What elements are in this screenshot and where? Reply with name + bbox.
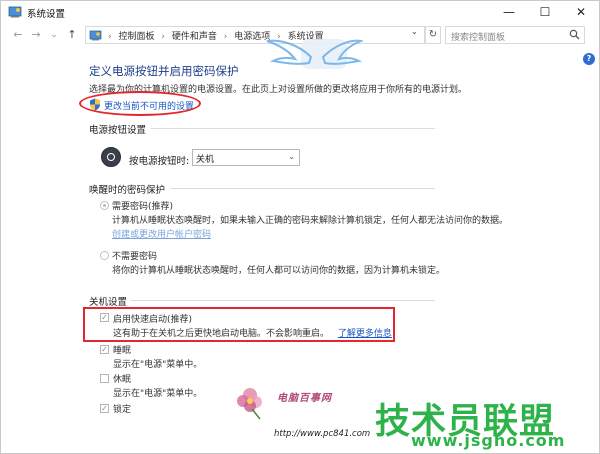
maximize-button[interactable]: ☐	[527, 1, 563, 23]
require-password-label: 需要密码(推荐)	[112, 202, 174, 212]
highlight-box	[83, 307, 395, 342]
breadcrumb-separator: ›	[223, 32, 228, 42]
wings-watermark-icon	[266, 39, 363, 65]
minimize-button[interactable]: —	[491, 1, 527, 23]
flower-watermark-icon	[237, 388, 262, 420]
watermark-brand-url: www.jsgho.com	[411, 431, 566, 450]
recent-locations-dropdown[interactable]: ⌄	[47, 28, 61, 42]
section-divider	[151, 128, 435, 129]
power-button-label: 按电源按钮时:	[129, 156, 190, 167]
hibernate-label: 休眠	[113, 375, 132, 385]
section-divider	[131, 300, 435, 301]
no-password-radio[interactable]	[100, 251, 109, 260]
section-divider	[171, 188, 435, 189]
watermark-site-url: http://www.pc841.com	[274, 429, 371, 439]
breadcrumb: › 控制面板 › 硬件和声音 › 电源选项 › 系统设置	[85, 26, 425, 44]
breadcrumb-separator: ›	[161, 32, 165, 42]
hibernate-desc: 显示在"电源"菜单中。	[113, 389, 203, 399]
address-dropdown[interactable]: ⌄	[411, 27, 418, 36]
search-placeholder: 搜索控制面板	[451, 33, 506, 43]
sleep-label: 睡眠	[113, 346, 132, 356]
control-panel-icon	[89, 30, 102, 41]
watermark-site-name: 电脑百事网	[277, 393, 332, 404]
breadcrumb-control-panel[interactable]: 控制面板	[118, 32, 154, 42]
forward-button[interactable]: →	[29, 28, 43, 42]
page-title: 定义电源按钮并启用密码保护	[89, 64, 239, 78]
up-button[interactable]: ↑	[65, 28, 79, 42]
no-password-label: 不需要密码	[112, 252, 158, 262]
system-settings-window: 系统设置 — ☐ ✕ ← → ⌄ ↑ › 控制面板 › 硬件和声音 › 电源选项…	[0, 0, 600, 454]
shutdown-section-title: 关机设置	[89, 297, 128, 308]
require-password-radio[interactable]	[100, 201, 109, 210]
select-value: 关机	[196, 155, 215, 165]
breadcrumb-separator: ›	[108, 32, 112, 42]
window-title: 系统设置	[27, 9, 66, 20]
lock-checkbox[interactable]: ✓	[100, 404, 109, 413]
sleep-checkbox[interactable]: ✓	[100, 345, 109, 354]
power-icon	[101, 147, 121, 167]
no-password-desc: 将你的计算机从睡眠状态唤醒时，任何人都可以访问你的数据，因为计算机未锁定。	[112, 266, 446, 276]
close-button[interactable]: ✕	[563, 1, 599, 23]
title-bar: 系统设置 — ☐ ✕	[1, 1, 599, 23]
chevron-down-icon: ⌄	[288, 152, 295, 161]
help-button[interactable]: ?	[583, 53, 595, 65]
hibernate-checkbox[interactable]	[100, 374, 109, 383]
refresh-button[interactable]: ↻	[425, 26, 441, 44]
search-icon	[569, 29, 580, 40]
lock-label: 锁定	[113, 405, 132, 415]
breadcrumb-hardware-sound[interactable]: 硬件和声音	[172, 32, 217, 42]
create-password-link[interactable]: 创建或更改用户帐户密码	[112, 227, 211, 240]
wake-password-section-title: 唤醒时的密码保护	[89, 185, 166, 196]
back-button[interactable]: ←	[11, 28, 25, 42]
search-input[interactable]: 搜索控制面板	[445, 26, 585, 44]
sleep-desc: 显示在"电源"菜单中。	[113, 360, 203, 370]
control-panel-icon	[8, 6, 22, 18]
power-button-action-select[interactable]: 关机 ⌄	[192, 149, 300, 166]
power-button-section-title: 电源按钮设置	[89, 125, 147, 136]
highlight-oval	[79, 91, 201, 116]
require-password-desc: 计算机从睡眠状态唤醒时，如果未输入正确的密码来解除计算机锁定，任何人都无法访问你…	[112, 216, 509, 226]
